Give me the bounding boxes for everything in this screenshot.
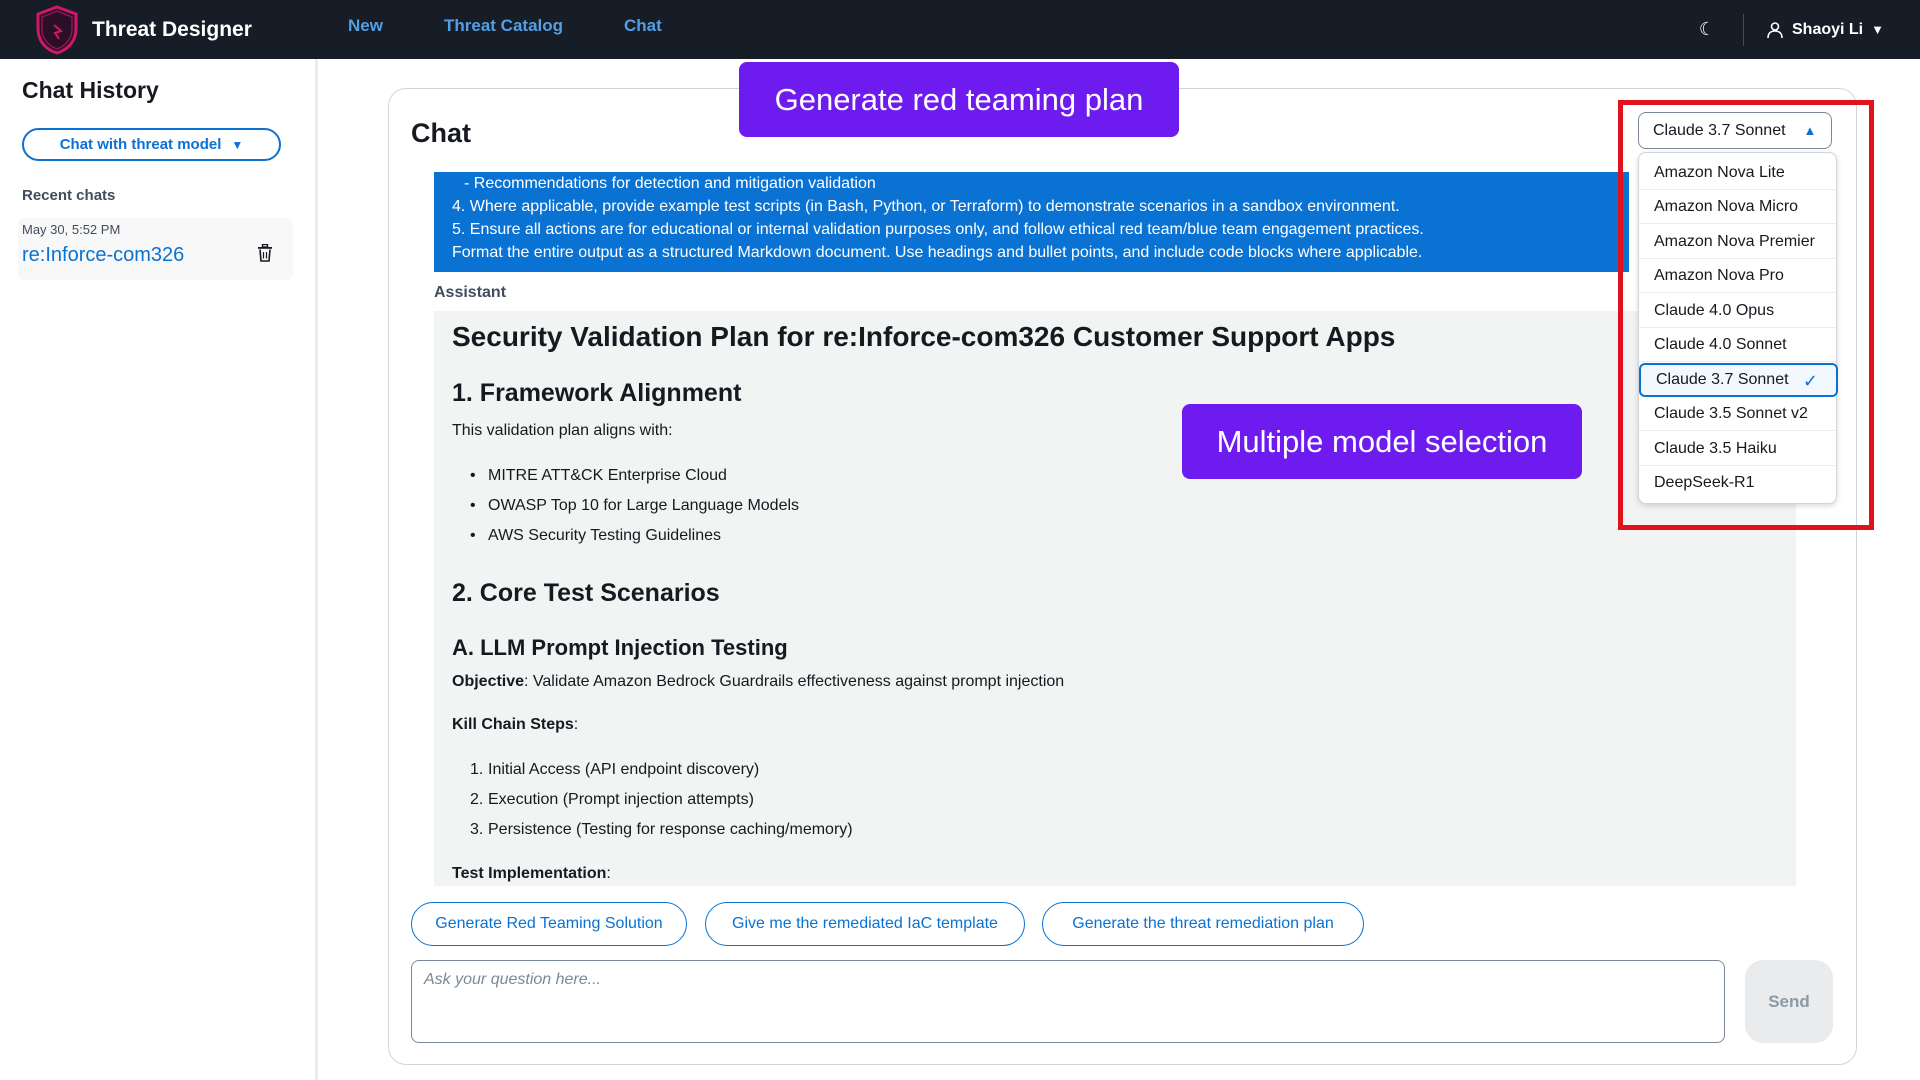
question-input[interactable]: Ask your question here... <box>411 960 1725 1043</box>
user-message-line: 4. Where applicable, provide example tes… <box>452 198 1400 215</box>
suggestion-iac-template-button[interactable]: Give me the remediated IaC template <box>705 902 1025 946</box>
section-heading: 1. Framework Alignment <box>452 379 742 407</box>
suggestion-red-teaming-button[interactable]: Generate Red Teaming Solution <box>411 902 687 946</box>
model-option[interactable]: Amazon Nova Lite <box>1639 156 1838 190</box>
chat-mode-select[interactable]: Chat with threat model ▼ <box>22 128 281 161</box>
step-number: 2. <box>470 791 484 808</box>
bullet-marker: • <box>470 467 476 484</box>
objective-text: : Validate Amazon Bedrock Guardrails eff… <box>524 673 1065 690</box>
model-option[interactable]: Claude 3.5 Sonnet v2 <box>1639 397 1838 431</box>
suggestion-remediation-plan-button[interactable]: Generate the threat remediation plan <box>1042 902 1364 946</box>
chat-date: May 30, 5:52 PM <box>22 222 121 237</box>
shield-logo-icon <box>36 4 78 55</box>
sidebar: Chat History Chat with threat model ▼ Re… <box>0 59 318 1080</box>
user-message-line: Format the entire output as a structured… <box>452 244 1423 261</box>
caret-up-icon: ▲ <box>1803 123 1817 138</box>
model-dropdown: Amazon Nova Lite Amazon Nova Micro Amazo… <box>1638 152 1838 504</box>
model-option[interactable]: Claude 4.0 Sonnet <box>1639 328 1838 362</box>
bullet-marker: • <box>470 497 476 514</box>
model-option-label: Claude 3.7 Sonnet <box>1656 371 1789 388</box>
user-menu[interactable]: Shaoyi Li ▼ <box>1766 21 1884 39</box>
step-number: 3. <box>470 821 484 838</box>
kill-chain-label: Kill Chain Steps <box>452 716 574 733</box>
section-heading: 2. Core Test Scenarios <box>452 579 720 607</box>
model-option[interactable]: Claude 4.0 Opus <box>1639 294 1838 328</box>
list-item: Execution (Prompt injection attempts) <box>488 791 754 808</box>
model-option[interactable]: Amazon Nova Micro <box>1639 190 1838 224</box>
caret-down-icon: ▼ <box>231 137 244 152</box>
callout-model-selection: Multiple model selection <box>1182 404 1582 479</box>
brand[interactable]: Threat Designer <box>34 0 252 59</box>
model-select-value: Claude 3.7 Sonnet <box>1653 121 1786 139</box>
dark-mode-moon-icon[interactable]: ☾ <box>1699 19 1715 40</box>
recent-chat-item[interactable]: May 30, 5:52 PM re:Inforce-com326 <box>18 218 293 280</box>
list-item: MITRE ATT&CK Enterprise Cloud <box>488 467 727 484</box>
assistant-message: Security Validation Plan for re:Inforce-… <box>434 311 1796 886</box>
objective-line: Objective: Validate Amazon Bedrock Guard… <box>452 673 1064 691</box>
model-option[interactable]: Amazon Nova Premier <box>1639 225 1838 259</box>
send-button[interactable]: Send <box>1745 960 1833 1043</box>
app-title: Threat Designer <box>92 17 252 41</box>
nav-chat[interactable]: Chat <box>624 16 662 36</box>
top-navigation: Threat Designer New Threat Catalog Chat … <box>0 0 1920 59</box>
model-option[interactable]: Amazon Nova Pro <box>1639 259 1838 293</box>
user-icon <box>1767 21 1783 38</box>
chat-title: Chat <box>411 118 471 148</box>
model-option-selected[interactable]: Claude 3.7 Sonnet ✓ <box>1639 363 1838 397</box>
user-name: Shaoyi Li <box>1792 20 1864 38</box>
chevron-down-icon: ▼ <box>1871 22 1884 37</box>
list-item: AWS Security Testing Guidelines <box>488 527 721 544</box>
bullet-marker: • <box>470 527 476 544</box>
test-impl-line: Test Implementation: <box>452 865 611 883</box>
test-impl-colon: : <box>606 865 611 882</box>
nav-threat-catalog[interactable]: Threat Catalog <box>444 16 563 36</box>
model-option[interactable]: Claude 3.5 Haiku <box>1639 432 1838 466</box>
recent-chats-label: Recent chats <box>22 187 116 204</box>
chat-name-link[interactable]: re:Inforce-com326 <box>22 244 184 267</box>
nav-new[interactable]: New <box>348 16 383 36</box>
model-select[interactable]: Claude 3.7 Sonnet ▲ <box>1638 112 1832 149</box>
checkmark-icon: ✓ <box>1802 371 1818 391</box>
trash-icon[interactable] <box>257 244 273 262</box>
user-message: - Recommendations for detection and miti… <box>434 172 1629 272</box>
test-impl-label: Test Implementation <box>452 865 607 882</box>
section-intro: This validation plan aligns with: <box>452 422 673 439</box>
kill-chain-line: Kill Chain Steps: <box>452 716 578 734</box>
list-item: Persistence (Testing for response cachin… <box>488 821 853 838</box>
step-number: 1. <box>470 761 484 778</box>
subsection-heading: A. LLM Prompt Injection Testing <box>452 635 788 660</box>
chat-mode-label: Chat with threat model <box>59 136 222 153</box>
objective-label: Objective <box>452 673 525 690</box>
list-item: Initial Access (API endpoint discovery) <box>488 761 760 778</box>
assistant-label: Assistant <box>434 284 507 301</box>
user-message-line: - Recommendations for detection and miti… <box>464 175 876 192</box>
list-item: OWASP Top 10 for Large Language Models <box>488 497 800 514</box>
callout-red-teaming: Generate red teaming plan <box>739 62 1179 137</box>
kill-chain-colon: : <box>573 716 579 733</box>
nav-divider <box>1743 13 1744 46</box>
plan-title: Security Validation Plan for re:Inforce-… <box>452 321 1396 352</box>
model-option[interactable]: DeepSeek-R1 <box>1639 466 1838 500</box>
sidebar-title: Chat History <box>22 77 159 103</box>
user-message-line: 5. Ensure all actions are for educationa… <box>452 221 1424 238</box>
